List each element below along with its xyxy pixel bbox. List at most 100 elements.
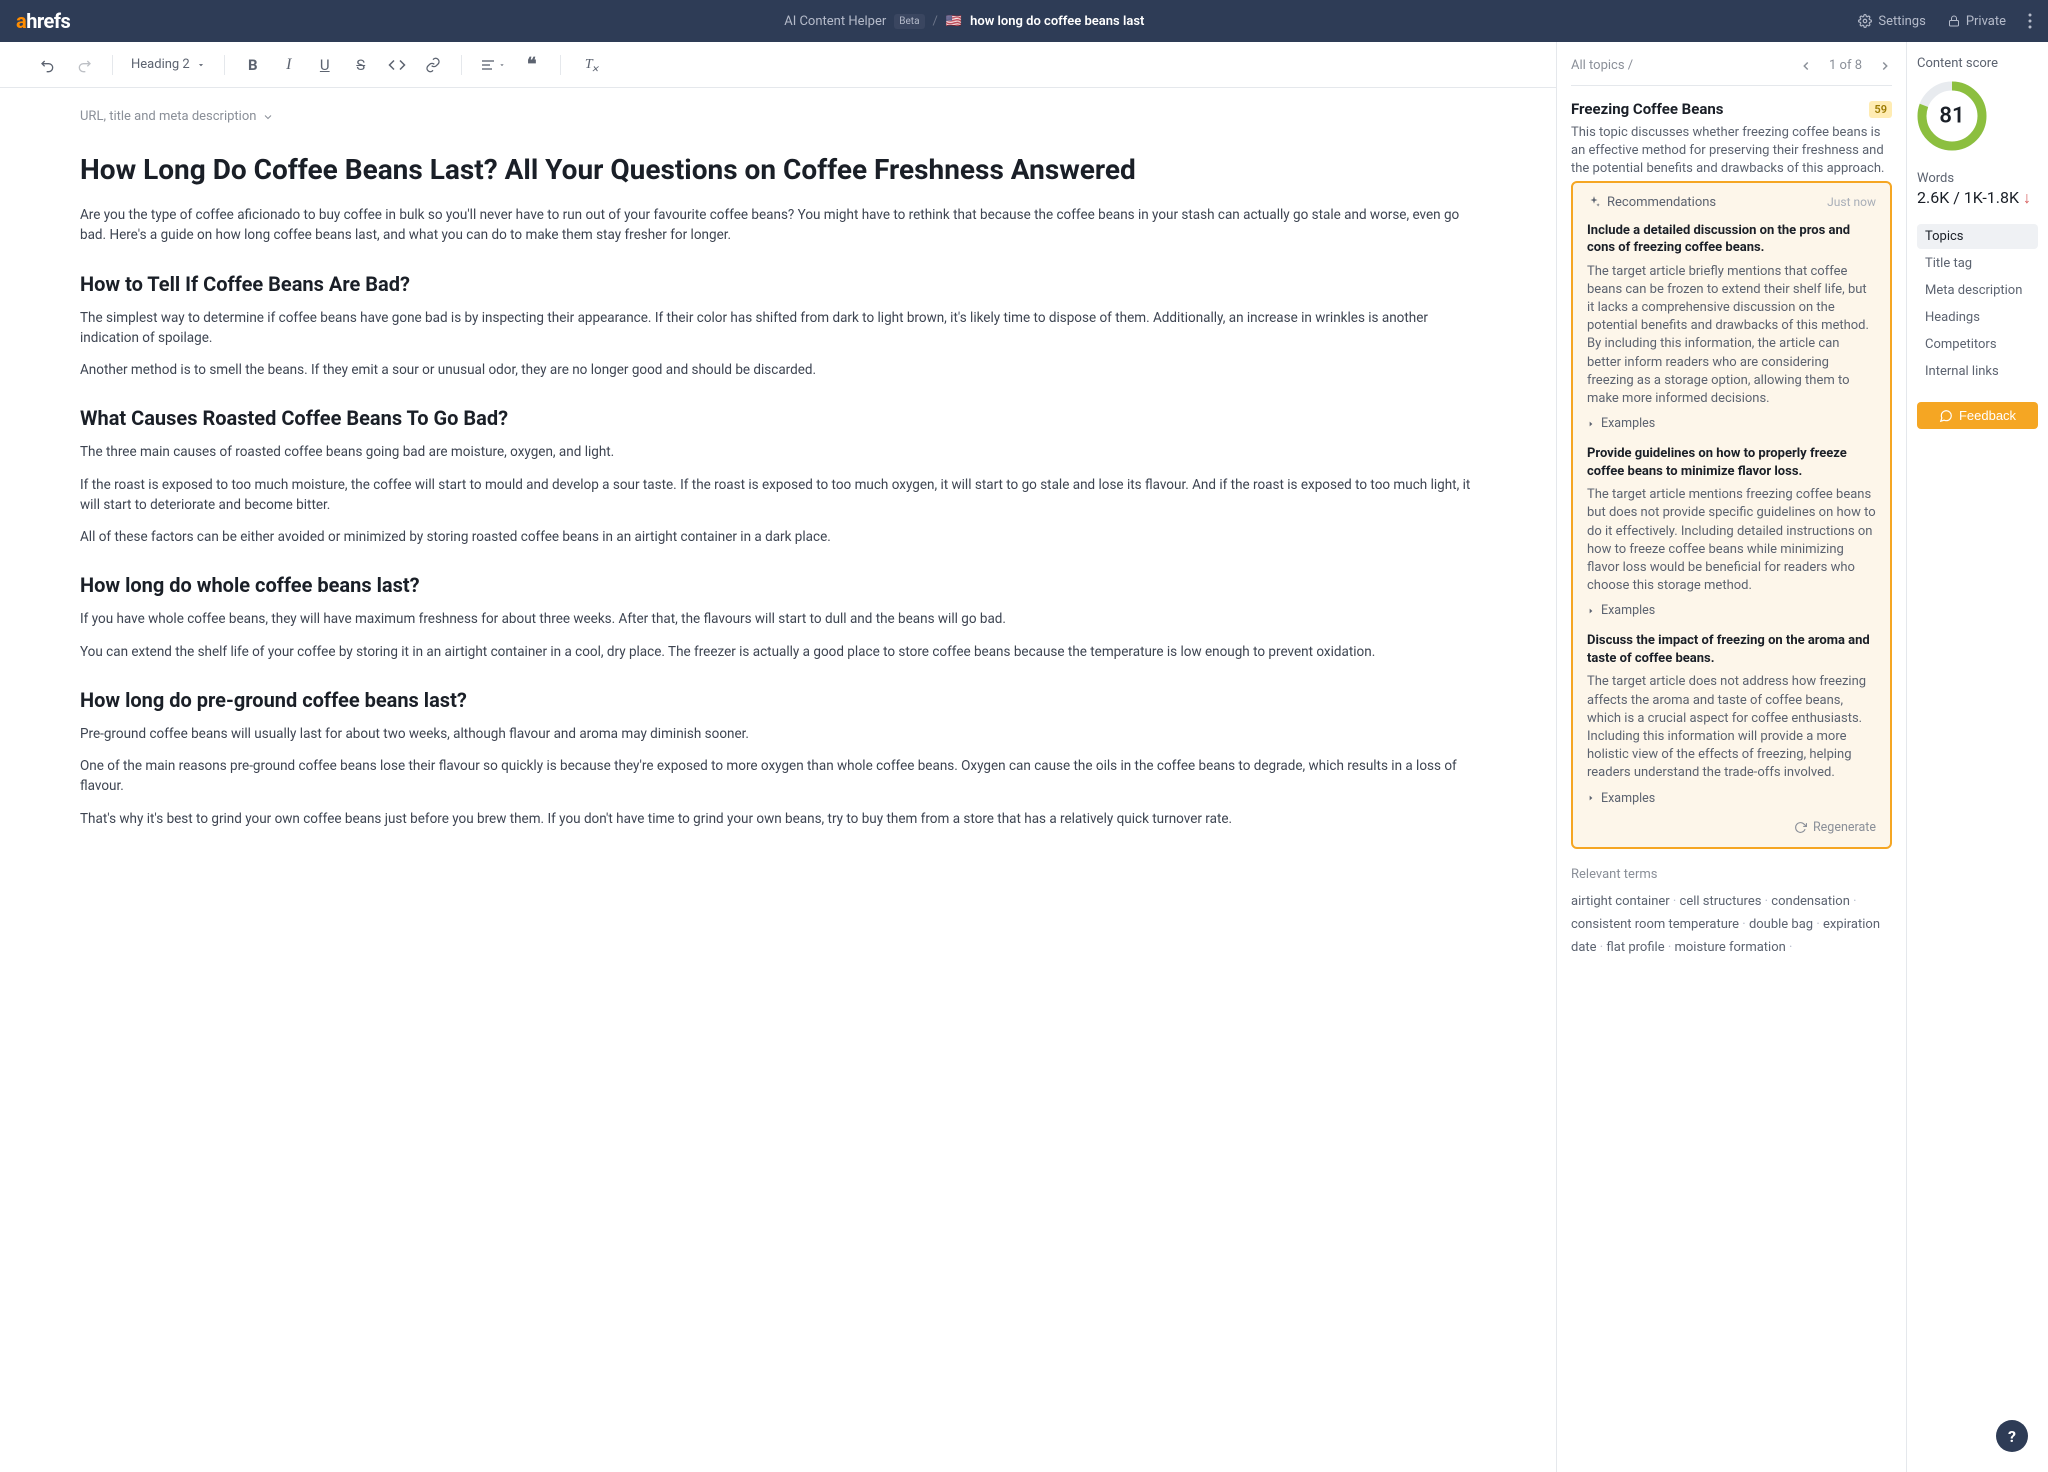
content-score-label: Content score [1917,56,2038,71]
examples-label: Examples [1601,603,1655,618]
term[interactable]: consistent room temperature [1571,917,1749,932]
article-paragraph[interactable]: You can extend the shelf life of your co… [80,642,1476,662]
logo[interactable]: ahrefs [16,9,70,33]
term[interactable]: flat profile [1606,940,1674,955]
meta-toggle[interactable]: URL, title and meta description [80,109,274,124]
topic-description: This topic discusses whether freezing co… [1571,124,1892,179]
recommendation-item: Provide guidelines on how to properly fr… [1587,445,1876,618]
flag-icon: 🇺🇸 [946,14,962,29]
examples-label: Examples [1601,416,1655,431]
terms-list: airtight containercell structurescondens… [1571,890,1892,960]
article-body[interactable]: How Long Do Coffee Beans Last? All Your … [80,152,1476,829]
pagination: 1 of 8 [1799,58,1892,73]
logo-a: a [16,9,26,33]
term[interactable]: moisture formation [1674,940,1792,955]
comment-icon [1939,409,1953,423]
chevron-down-icon [262,111,274,123]
recommendations-panel: Recommendations Just now Include a detai… [1571,181,1892,849]
article-h2[interactable]: How long do whole coffee beans last? [80,573,1476,597]
article-paragraph[interactable]: One of the main reasons pre-ground coffe… [80,756,1476,797]
breadcrumb[interactable]: All topics / [1571,58,1633,73]
page-indicator: 1 of 8 [1829,58,1862,73]
feedback-button[interactable]: Feedback [1917,402,2038,429]
nav-list: Topics Title tag Meta description Headin… [1917,224,2038,384]
content-score-ring: 81 [1917,81,1987,151]
sparkle-icon [1587,195,1601,209]
words-section: Words 2.6K / 1K-1.8K ↓ [1917,171,2038,208]
prev-button[interactable] [1799,59,1813,73]
feedback-label: Feedback [1959,408,2016,423]
article-paragraph[interactable]: Are you the type of coffee aficionado to… [80,205,1476,246]
bold-button[interactable]: B [243,53,263,77]
align-button[interactable] [480,53,506,77]
lock-icon [1948,15,1960,27]
heading-select-label: Heading 2 [131,57,190,72]
refresh-icon [1794,821,1807,834]
term[interactable]: cell structures [1680,894,1772,909]
term[interactable]: airtight container [1571,894,1680,909]
article-paragraph[interactable]: The three main causes of roasted coffee … [80,442,1476,462]
app-header: ahrefs AI Content Helper Beta / 🇺🇸 how l… [0,0,2048,42]
breadcrumb-row: All topics / 1 of 8 [1571,58,1892,86]
term[interactable]: condensation [1771,894,1856,909]
meta-toggle-label: URL, title and meta description [80,109,256,124]
chevron-down-icon [196,60,206,70]
recommendation-title: Include a detailed discussion on the pro… [1587,222,1876,257]
recommendation-body: The target article mentions freezing cof… [1587,486,1876,595]
code-button[interactable] [387,53,407,77]
strikethrough-button[interactable]: S [351,53,371,77]
nav-headings[interactable]: Headings [1917,305,2038,330]
recommendations-time: Just now [1827,195,1876,209]
article-paragraph[interactable]: If the roast is exposed to too much mois… [80,475,1476,516]
undo-button[interactable] [38,53,58,77]
topic-score-badge: 59 [1869,101,1892,118]
article-h2[interactable]: What Causes Roasted Coffee Beans To Go B… [80,406,1476,430]
article-h2[interactable]: How long do pre-ground coffee beans last… [80,688,1476,712]
question-icon: ? [2008,1427,2016,1446]
link-button[interactable] [423,53,443,77]
next-button[interactable] [1878,59,1892,73]
article-paragraph[interactable]: That's why it's best to grind your own c… [80,809,1476,829]
article-paragraph[interactable]: Another method is to smell the beans. If… [80,360,1476,380]
heading-select[interactable]: Heading 2 [131,57,206,72]
article-paragraph[interactable]: The simplest way to determine if coffee … [80,308,1476,349]
editor-content[interactable]: URL, title and meta description How Long… [0,88,1556,1472]
recommendation-body: The target article briefly mentions that… [1587,263,1876,409]
article-h2[interactable]: How to Tell If Coffee Beans Are Bad? [80,272,1476,296]
article-h1[interactable]: How Long Do Coffee Beans Last? All Your … [80,152,1476,187]
breadcrumb-slash: / [933,14,938,29]
italic-button[interactable]: I [279,53,299,77]
more-menu[interactable] [2028,13,2032,29]
topic-title: Freezing Coffee Beans [1571,100,1724,118]
nav-competitors[interactable]: Competitors [1917,332,2038,357]
redo-button[interactable] [74,53,94,77]
settings-label: Settings [1878,14,1925,29]
recommendation-title: Discuss the impact of freezing on the ar… [1587,632,1876,667]
topic-header: Freezing Coffee Beans 59 [1571,100,1892,118]
recommendation-body: The target article does not address how … [1587,673,1876,782]
help-button[interactable]: ? [1996,1420,2028,1452]
quote-button[interactable]: ❝ [522,53,542,77]
recommendation-title: Provide guidelines on how to properly fr… [1587,445,1876,480]
underline-button[interactable]: U [315,53,335,77]
article-paragraph[interactable]: Pre-ground coffee beans will usually las… [80,724,1476,744]
nav-meta-description[interactable]: Meta description [1917,278,2038,303]
nav-internal-links[interactable]: Internal links [1917,359,2038,384]
nav-title-tag[interactable]: Title tag [1917,251,2038,276]
article-paragraph[interactable]: All of these factors can be either avoid… [80,527,1476,547]
relevant-terms-label: Relevant terms [1571,867,1892,882]
regenerate-button[interactable]: Regenerate [1587,820,1876,835]
editor-toolbar: Heading 2 B I U S [0,42,1556,88]
recommendations-header: Recommendations Just now [1587,195,1876,210]
nav-topics[interactable]: Topics [1917,224,2038,249]
article-paragraph[interactable]: If you have whole coffee beans, they wil… [80,609,1476,629]
examples-toggle[interactable]: Examples [1587,791,1876,806]
examples-toggle[interactable]: Examples [1587,416,1876,431]
clear-formatting-button[interactable]: T✕ [579,53,599,77]
product-name[interactable]: AI Content Helper [784,14,886,29]
content-score-value: 81 [1939,104,1964,129]
term[interactable]: double bag [1749,917,1823,932]
settings-button[interactable]: Settings [1858,14,1925,29]
examples-toggle[interactable]: Examples [1587,603,1876,618]
private-button[interactable]: Private [1948,14,2006,29]
